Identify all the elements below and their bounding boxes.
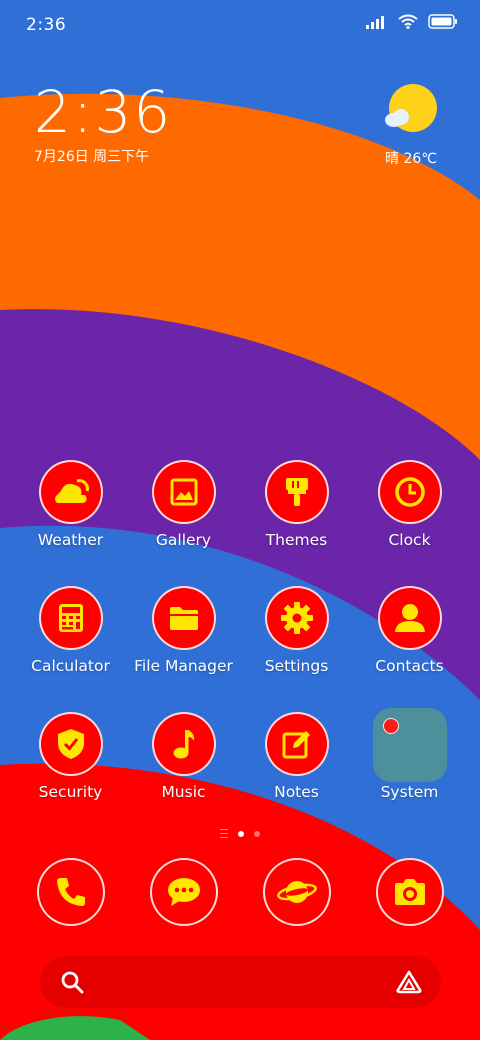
signal-icon	[366, 15, 384, 29]
feed-page-indicator[interactable]	[220, 829, 228, 838]
gear-icon	[264, 586, 329, 650]
app-row: Calculator File Manager Settings Contact…	[14, 586, 466, 712]
status-bar: 2:36	[0, 0, 480, 50]
weather-widget[interactable]: 晴 26℃	[376, 84, 446, 168]
paintbrush-icon	[264, 460, 329, 524]
assistant-icon[interactable]	[395, 970, 423, 994]
weather-text: 晴 26℃	[385, 151, 437, 167]
dock-phone[interactable]	[14, 858, 127, 926]
phone-icon	[36, 858, 105, 926]
search-icon[interactable]	[60, 970, 84, 994]
app-label: Notes	[274, 783, 319, 801]
note-pencil-icon	[264, 712, 329, 776]
app-label: Calculator	[31, 657, 110, 675]
widget-time: 2:36	[34, 78, 173, 146]
shield-check-icon	[38, 712, 103, 776]
dock-camera[interactable]	[353, 858, 466, 926]
app-label: Gallery	[155, 531, 212, 549]
app-label: Contacts	[375, 657, 444, 675]
app-calculator[interactable]: Calculator	[14, 586, 127, 712]
app-music[interactable]: Music	[127, 712, 240, 838]
app-themes[interactable]: Themes	[240, 460, 353, 586]
folder-icon	[151, 586, 216, 650]
app-contacts[interactable]: Contacts	[353, 586, 466, 712]
partly-sunny-icon	[385, 84, 437, 132]
app-file-manager[interactable]: File Manager	[127, 586, 240, 712]
app-label: Security	[38, 783, 103, 801]
app-label: File Manager	[134, 657, 233, 675]
wifi-icon	[398, 14, 418, 29]
widget-date: 7月26日 周三下午	[34, 149, 150, 165]
weather-icon	[38, 460, 103, 524]
status-time: 2:36	[26, 15, 67, 35]
app-row: Weather Gallery Themes Clock	[14, 460, 466, 586]
dock-browser[interactable]	[240, 858, 353, 926]
app-settings[interactable]: Settings	[240, 586, 353, 712]
app-gallery[interactable]: Gallery	[127, 460, 240, 586]
app-label: Clock	[388, 531, 431, 549]
page-indicator	[0, 829, 480, 838]
app-folder-icon	[372, 708, 447, 782]
app-label: Weather	[37, 531, 104, 549]
calculator-icon	[38, 586, 103, 650]
app-weather[interactable]: Weather	[14, 460, 127, 586]
app-clock[interactable]: Clock	[353, 460, 466, 586]
planet-icon	[262, 858, 331, 926]
app-notes[interactable]: Notes	[240, 712, 353, 838]
app-folder-system[interactable]: System	[353, 708, 466, 838]
app-label: Settings	[264, 657, 329, 675]
app-label: Music	[161, 783, 206, 801]
app-label: System	[380, 783, 439, 801]
gallery-icon	[151, 460, 216, 524]
page-dot-active[interactable]	[238, 830, 244, 837]
page-dot[interactable]	[254, 830, 260, 837]
status-icons	[366, 14, 458, 29]
app-security[interactable]: Security	[14, 712, 127, 838]
person-icon	[377, 586, 442, 650]
app-grid: Weather Gallery Themes Clock Calculator …	[14, 460, 466, 838]
battery-icon	[428, 14, 457, 29]
app-label: Themes	[265, 531, 328, 549]
app-row: Security Music Notes System	[14, 708, 466, 838]
security-mini-icon	[382, 718, 399, 734]
dock	[14, 858, 466, 926]
clock-icon	[377, 460, 442, 524]
search-bar[interactable]	[40, 956, 441, 1008]
camera-icon	[375, 858, 444, 926]
music-note-icon	[151, 712, 216, 776]
clock-widget[interactable]: 2:36 7月26日 周三下午	[34, 80, 172, 166]
dock-messages[interactable]	[127, 858, 240, 926]
message-bubble-icon	[149, 858, 218, 926]
